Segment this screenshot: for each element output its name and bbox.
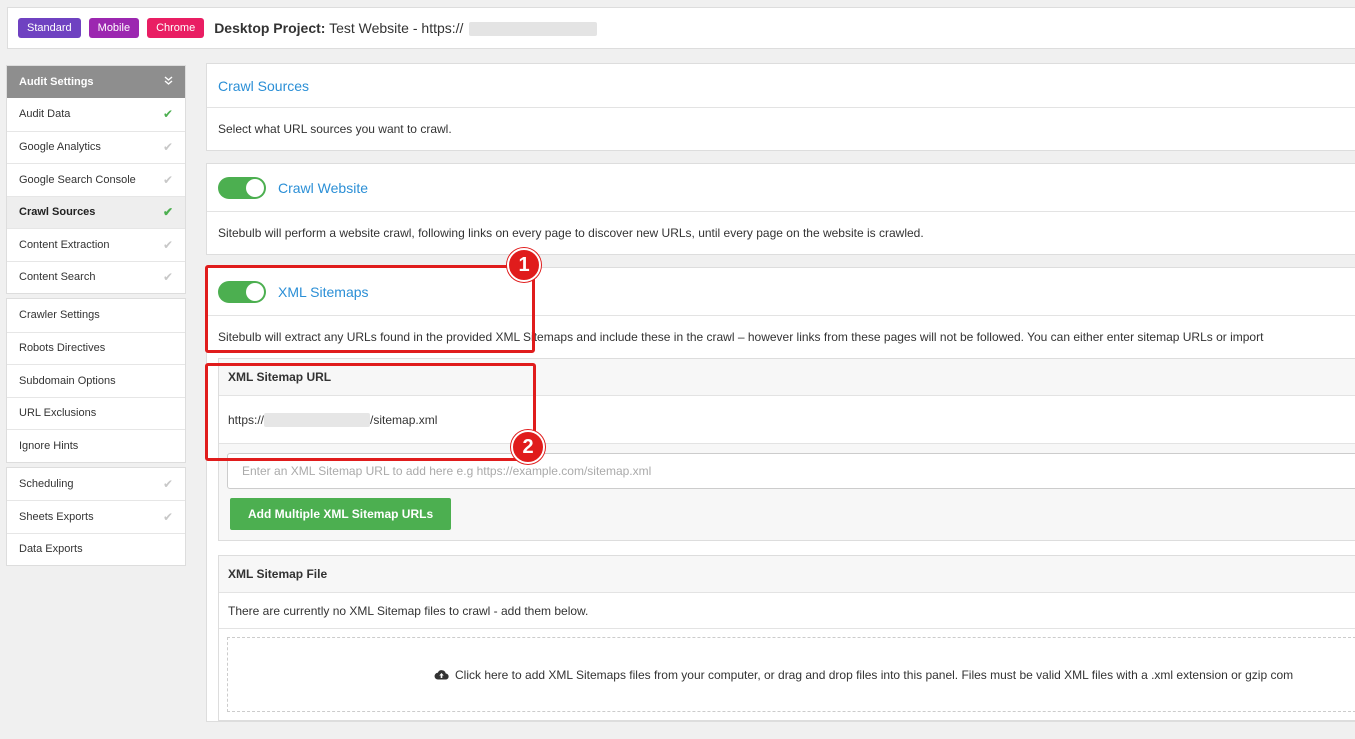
- project-title: Desktop Project: Test Website - https://: [214, 19, 598, 37]
- sidebar-group-exports: Scheduling ✔ Sheets Exports ✔ Data Expor…: [6, 466, 186, 566]
- sidebar-group-audit: Audit Settings Audit Data ✔ Google Analy…: [6, 65, 186, 294]
- add-multiple-sitemap-urls-button[interactable]: Add Multiple XML Sitemap URLs: [230, 498, 452, 530]
- crawl-sources-header: Crawl Sources: [207, 64, 1355, 108]
- sidebar-item-robots-directives[interactable]: Robots Directives: [7, 331, 185, 365]
- crawl-website-panel: Crawl Website Sitebulb will perform a we…: [206, 163, 1355, 255]
- crawl-website-toggle[interactable]: [218, 176, 266, 199]
- sidebar-item-label: Google Search Console: [19, 173, 136, 186]
- tag-mobile[interactable]: Mobile: [88, 18, 140, 38]
- sidebar-header-audit-settings[interactable]: Audit Settings: [7, 66, 185, 98]
- sidebar-item-label: Google Analytics: [19, 141, 101, 154]
- crawl-sources-description: Select what URL sources you want to craw…: [218, 122, 452, 136]
- sidebar-item-scheduling[interactable]: Scheduling ✔: [7, 468, 185, 501]
- sidebar-item-ignore-hints[interactable]: Ignore Hints: [7, 429, 185, 462]
- cloud-upload-icon: [434, 669, 449, 680]
- sidebar-item-crawl-sources[interactable]: Crawl Sources ✔: [7, 195, 185, 228]
- project-name: Test Website - https://: [329, 19, 464, 36]
- sidebar-item-sheets-exports[interactable]: Sheets Exports ✔: [7, 500, 185, 533]
- sidebar-item-label: Data Exports: [19, 543, 83, 556]
- check-icon: ✔: [162, 140, 173, 155]
- check-icon: ✔: [162, 509, 173, 524]
- settings-sidebar: Audit Settings Audit Data ✔ Google Analy…: [6, 65, 186, 566]
- crawl-sources-title: Crawl Sources: [218, 77, 310, 94]
- dropzone-text: Click here to add XML Sitemaps files fro…: [455, 667, 1294, 682]
- sitemap-file-heading: XML Sitemap File: [219, 556, 1355, 593]
- project-header: Standard Mobile Chrome Desktop Project: …: [7, 7, 1355, 49]
- check-icon: ✔: [162, 205, 173, 220]
- sidebar-item-label: Ignore Hints: [19, 439, 79, 452]
- crawl-website-description: Sitebulb will perform a website crawl, f…: [218, 226, 924, 240]
- redacted-url: [469, 22, 598, 37]
- sidebar-item-label: URL Exclusions: [19, 407, 97, 420]
- crawl-sources-panel: Crawl Sources Select what URL sources yo…: [206, 63, 1355, 151]
- annotation-badge-1: 1: [507, 248, 541, 282]
- highlight-box-1: [205, 265, 535, 353]
- check-icon: ✔: [162, 237, 173, 252]
- tag-standard[interactable]: Standard: [18, 18, 81, 38]
- sidebar-item-label: Crawler Settings: [19, 309, 100, 322]
- check-icon: ✔: [162, 172, 173, 187]
- sidebar-item-url-exclusions[interactable]: URL Exclusions: [7, 396, 185, 430]
- sidebar-item-label: Robots Directives: [19, 342, 106, 355]
- sidebar-item-label: Scheduling: [19, 477, 74, 490]
- sidebar-item-content-extraction[interactable]: Content Extraction ✔: [7, 228, 185, 261]
- sidebar-group-crawler: Crawler Settings Robots Directives Subdo…: [6, 298, 186, 463]
- crawl-website-header: Crawl Website: [207, 164, 1355, 212]
- sidebar-item-content-search[interactable]: Content Search ✔: [7, 260, 185, 294]
- sitemap-file-dropzone[interactable]: Click here to add XML Sitemaps files fro…: [227, 637, 1355, 712]
- highlight-box-2: [205, 363, 536, 461]
- sidebar-item-label: Content Extraction: [19, 238, 110, 251]
- project-label: Desktop Project:: [214, 19, 326, 36]
- sidebar-item-google-analytics[interactable]: Google Analytics ✔: [7, 130, 185, 164]
- dropzone-wrapper: Click here to add XML Sitemaps files fro…: [219, 629, 1355, 720]
- sidebar-header-label: Audit Settings: [19, 76, 94, 88]
- check-icon: ✔: [162, 107, 173, 122]
- tag-chrome[interactable]: Chrome: [147, 18, 205, 38]
- sidebar-item-label: Sheets Exports: [19, 510, 94, 523]
- crawl-website-title: Crawl Website: [278, 179, 368, 196]
- sidebar-item-data-exports[interactable]: Data Exports: [7, 532, 185, 566]
- sidebar-item-audit-data[interactable]: Audit Data ✔: [7, 98, 185, 131]
- check-icon: ✔: [162, 476, 173, 491]
- double-chevron-down-icon: [164, 76, 173, 88]
- sidebar-item-label: Audit Data: [19, 108, 71, 121]
- sidebar-item-google-search-console[interactable]: Google Search Console ✔: [7, 163, 185, 196]
- sidebar-item-crawler-settings[interactable]: Crawler Settings: [7, 299, 185, 332]
- check-icon: ✔: [162, 270, 173, 285]
- sitemap-button-row: Add Multiple XML Sitemap URLs: [219, 498, 1355, 540]
- sidebar-item-label: Subdomain Options: [19, 374, 116, 387]
- sidebar-item-label: Content Search: [19, 271, 96, 284]
- sitemap-file-status: There are currently no XML Sitemap files…: [219, 593, 1355, 629]
- sitemap-file-panel: XML Sitemap File There are currently no …: [218, 555, 1355, 721]
- sidebar-item-subdomain-options[interactable]: Subdomain Options: [7, 364, 185, 397]
- annotation-badge-2: 2: [511, 430, 545, 464]
- sidebar-item-label: Crawl Sources: [19, 206, 96, 219]
